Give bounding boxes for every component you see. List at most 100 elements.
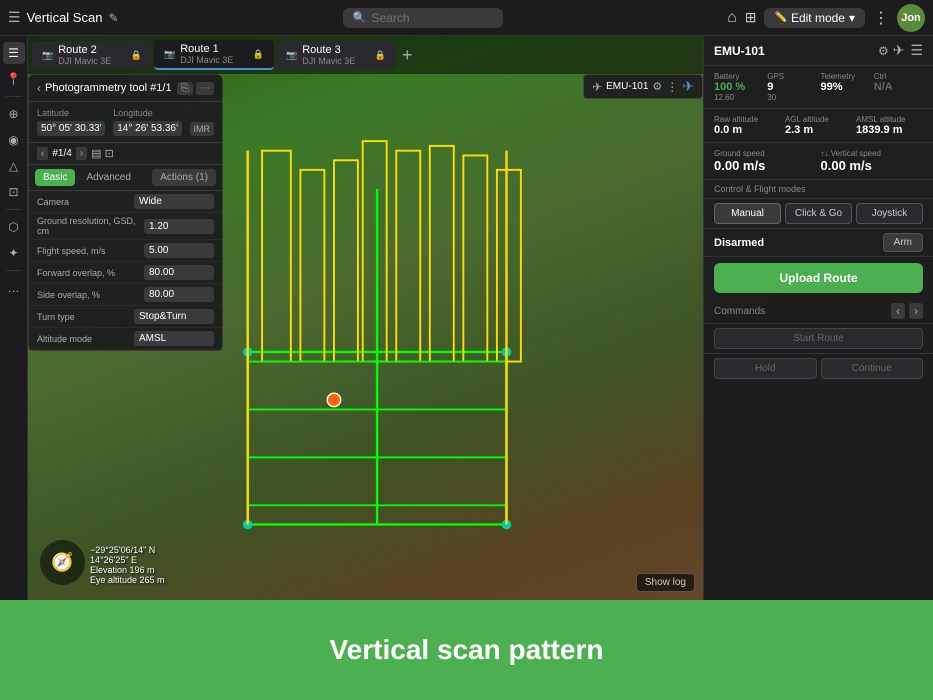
page-text: #1/4: [52, 148, 71, 159]
toolbar-btn-0[interactable]: ☰: [3, 42, 25, 64]
lock-icon-2: 🔒: [375, 50, 386, 61]
start-route-button[interactable]: Start Route: [714, 328, 923, 349]
top-bar-center: 🔍: [127, 8, 720, 28]
compass: 🧭: [40, 540, 85, 585]
field-camera-select[interactable]: Wide: [134, 194, 214, 209]
route-tab-name-1: Route 1: [180, 43, 248, 55]
toolbar-btn-3[interactable]: ◉: [3, 129, 25, 151]
route-tab-name-0: Route 2: [58, 44, 126, 56]
drone-tag-menu-icon[interactable]: ⋮: [666, 80, 678, 94]
toolbar-btn-5[interactable]: ⊡: [3, 181, 25, 203]
hamburger-icon[interactable]: ☰: [8, 9, 21, 26]
home-icon[interactable]: ⌂: [727, 9, 737, 27]
route-tab-2[interactable]: 📷 Route 3 DJI Mavic 3E 🔒: [276, 41, 396, 69]
metric-raw-alt-value: 0.0 m: [714, 124, 781, 136]
stat-battery-label: Battery: [714, 72, 763, 81]
route-tab-drone-0: DJI Mavic 3E: [58, 56, 126, 66]
metric-amsl-alt-value: 1839.9 m: [856, 124, 923, 136]
drone-icon: ✈: [592, 80, 602, 94]
toolbar-btn-1[interactable]: 📍: [3, 68, 25, 90]
vertical-speed-group: ↑↓ Vertical speed 0.00 m/s: [821, 149, 924, 173]
field-altitude-label: Altitude mode: [37, 334, 134, 344]
drone-tag-settings-icon[interactable]: ⚙: [652, 80, 662, 93]
page-icon-2[interactable]: ⊡: [105, 147, 114, 160]
longitude-input[interactable]: [113, 121, 181, 136]
rp-settings-icon[interactable]: ⚙: [878, 44, 889, 58]
tab-actions[interactable]: Actions (1): [152, 169, 216, 186]
field-altitude-mode: Altitude mode AMSL: [29, 328, 222, 350]
panel-header: ‹ Photogrammetry tool #1/1 ⎘ ⋯: [29, 75, 222, 102]
field-speed-input[interactable]: [144, 243, 214, 258]
camera-icon-2: 📷: [286, 50, 297, 61]
page-prev-button[interactable]: ‹: [37, 147, 48, 160]
map-elevation: Elevation 196 m: [90, 565, 165, 575]
tab-advanced[interactable]: Advanced: [78, 169, 138, 186]
drone-tag-crosshair-icon: ✈: [682, 78, 694, 95]
avatar[interactable]: Jon: [897, 4, 925, 32]
lock-icon-0: 🔒: [131, 50, 142, 61]
right-panel: EMU-101 ⚙ ✈ ☰ Battery 100 % 12.60 GPS 9 …: [703, 36, 933, 600]
ctrl-click-go-button[interactable]: Click & Go: [785, 203, 852, 224]
field-turn-type: Turn type Stop&Turn: [29, 306, 222, 328]
arm-button[interactable]: Arm: [883, 233, 923, 252]
route-tab-0[interactable]: 📷 Route 2 DJI Mavic 3E 🔒: [32, 41, 152, 69]
search-input[interactable]: [371, 11, 471, 25]
cmd-next-button[interactable]: ›: [909, 303, 923, 319]
map-eye-altitude: Eye altitude 265 m: [90, 575, 165, 585]
camera-icon-1: 📷: [164, 49, 175, 60]
route-tab-1[interactable]: 📷 Route 1 DJI Mavic 3E 🔒: [154, 40, 274, 70]
drone-tag-label: EMU-101: [606, 81, 648, 92]
edit-icon[interactable]: ✎: [108, 11, 118, 25]
imr-button[interactable]: IMR: [190, 122, 215, 136]
toolbar-btn-8[interactable]: …: [3, 277, 25, 299]
toolbar-btn-6[interactable]: ⬡: [3, 216, 25, 238]
field-altitude-select[interactable]: AMSL: [134, 331, 214, 346]
edit-mode-button[interactable]: ✏️ Edit mode ▾: [764, 8, 865, 28]
field-camera: Camera Wide: [29, 191, 222, 213]
rp-menu-icon[interactable]: ☰: [910, 42, 923, 59]
panel-copy-button[interactable]: ⎘: [177, 82, 193, 95]
ground-speed-group: Ground speed 0.00 m/s: [714, 149, 817, 173]
longitude-group: Longitude: [113, 108, 181, 136]
left-toolbar: ☰ 📍 ⊕ ◉ △ ⊡ ⬡ ✦ …: [0, 36, 28, 600]
stat-ctrl: Ctrl N/A: [874, 72, 923, 102]
ctrl-manual-button[interactable]: Manual: [714, 203, 781, 224]
panel-back-button[interactable]: ‹: [37, 81, 41, 95]
field-side-overlap-input[interactable]: [144, 287, 214, 302]
stat-telemetry: Telemetry 99%: [821, 72, 870, 102]
field-turn-type-label: Turn type: [37, 312, 134, 322]
stat-telemetry-label: Telemetry: [821, 72, 870, 81]
metric-agl-alt: AGL altitude 2.3 m: [785, 115, 852, 136]
continue-button[interactable]: Continue: [821, 358, 924, 379]
toolbar-btn-4[interactable]: △: [3, 155, 25, 177]
show-log-button[interactable]: Show log: [636, 573, 695, 592]
add-tab-button[interactable]: +: [398, 45, 417, 66]
hold-button[interactable]: Hold: [714, 358, 817, 379]
toolbar-divider-1: [6, 96, 22, 97]
field-gsd-input[interactable]: [144, 219, 214, 234]
stat-gps: GPS 9 30: [767, 72, 816, 102]
panel-more-button[interactable]: ⋯: [196, 82, 214, 95]
upload-route-button[interactable]: Upload Route: [714, 263, 923, 293]
more-options-icon[interactable]: ⋮: [873, 8, 889, 28]
page-next-button[interactable]: ›: [76, 147, 87, 160]
search-icon: 🔍: [353, 11, 367, 24]
drone-tag: ✈ EMU-101 ⚙ ⋮ ✈: [583, 74, 703, 99]
toolbar-btn-7[interactable]: ✦: [3, 242, 25, 264]
stat-gps-label: GPS: [767, 72, 816, 81]
rp-control-row: Manual Click & Go Joystick: [704, 199, 933, 229]
field-forward-overlap-input[interactable]: [144, 265, 214, 280]
bottom-title: Vertical scan pattern: [330, 634, 604, 666]
disarm-label: Disarmed: [714, 237, 877, 249]
page-icon-1[interactable]: ▤: [91, 147, 101, 160]
ctrl-joystick-button[interactable]: Joystick: [856, 203, 923, 224]
search-box[interactable]: 🔍: [343, 8, 503, 28]
cmd-prev-button[interactable]: ‹: [891, 303, 905, 319]
layers-icon[interactable]: ⊞: [745, 9, 757, 26]
field-turn-type-select[interactable]: Stop&Turn: [134, 309, 214, 324]
toolbar-btn-2[interactable]: ⊕: [3, 103, 25, 125]
tab-basic[interactable]: Basic: [35, 169, 75, 186]
latitude-input[interactable]: [37, 121, 105, 136]
stat-ctrl-label: Ctrl: [874, 72, 923, 81]
metric-agl-alt-label: AGL altitude: [785, 115, 852, 124]
